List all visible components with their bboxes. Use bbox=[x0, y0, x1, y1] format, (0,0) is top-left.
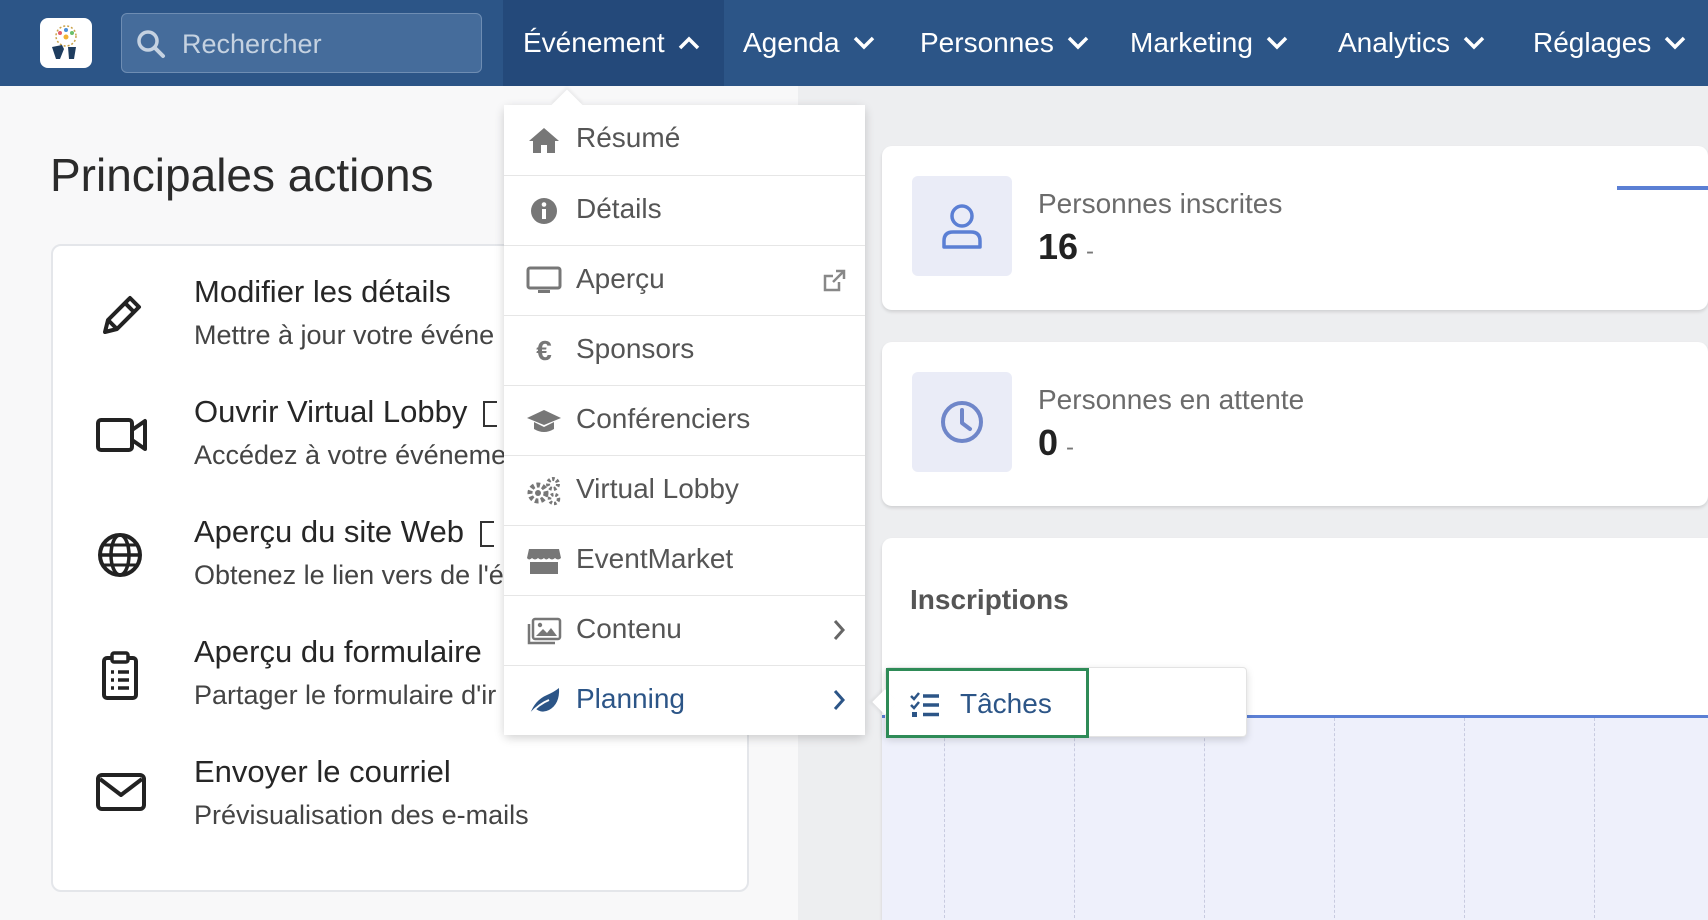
menu-item-label: Virtual Lobby bbox=[576, 473, 739, 504]
trend-line-fragment bbox=[1617, 186, 1708, 190]
page-title: Principales actions bbox=[50, 149, 434, 201]
search-input[interactable] bbox=[182, 24, 472, 64]
chart-gridline bbox=[1074, 718, 1075, 920]
chart-gridline bbox=[944, 718, 945, 920]
action-title: Modifier les détails bbox=[194, 274, 451, 309]
chart-gridline bbox=[1334, 718, 1335, 920]
nav-reglages[interactable]: Réglages bbox=[1533, 0, 1687, 86]
action-title: Ouvrir Virtual Lobby bbox=[194, 394, 498, 430]
chevron-down-icon bbox=[1266, 36, 1288, 50]
top-navigation-bar: Événement Agenda Personnes Marketing Ana… bbox=[0, 0, 1708, 86]
info-icon bbox=[526, 195, 562, 227]
menu-item-eventmarket[interactable]: EventMarket bbox=[504, 525, 865, 595]
action-subtitle: Mettre à jour votre événe bbox=[194, 320, 495, 350]
stat-value: 0- bbox=[1038, 422, 1075, 463]
stat-card-registered[interactable]: Personnes inscrites 16- bbox=[882, 146, 1708, 310]
action-subtitle: Accédez à votre événeme bbox=[194, 440, 507, 470]
chart-gridline bbox=[1204, 718, 1205, 920]
app-logo[interactable] bbox=[40, 18, 92, 68]
chart-title: Inscriptions bbox=[910, 584, 1069, 615]
menu-item-conferenciers[interactable]: Conférenciers bbox=[504, 385, 865, 455]
action-title: Aperçu du site Web bbox=[194, 514, 494, 550]
external-link-icon bbox=[821, 268, 847, 299]
action-title: Aperçu du formulaire bbox=[194, 634, 482, 669]
action-send-email[interactable]: Envoyer le courriel Prévisualisation des… bbox=[53, 740, 743, 850]
user-icon bbox=[942, 204, 982, 249]
menu-item-resume[interactable]: Résumé bbox=[504, 105, 865, 175]
stat-label: Personnes inscrites bbox=[1038, 188, 1283, 219]
menu-item-planning[interactable]: Planning bbox=[504, 665, 865, 735]
menu-item-label: Détails bbox=[576, 193, 662, 224]
menu-item-sponsors[interactable]: € Sponsors bbox=[504, 315, 865, 385]
action-subtitle: Prévisualisation des e-mails bbox=[194, 800, 529, 830]
stat-label: Personnes en attente bbox=[1038, 384, 1305, 415]
nav-marketing[interactable]: Marketing bbox=[1130, 0, 1289, 86]
nav-label: Agenda bbox=[743, 27, 840, 58]
nav-label: Réglages bbox=[1533, 27, 1652, 58]
menu-item-label: EventMarket bbox=[576, 543, 734, 574]
nav-personnes[interactable]: Personnes bbox=[920, 0, 1090, 86]
planning-submenu: Tâches bbox=[885, 667, 1247, 738]
chevron-up-icon bbox=[678, 36, 699, 50]
menu-item-label: Sponsors bbox=[576, 333, 695, 364]
images-icon bbox=[526, 615, 562, 647]
external-link-icon bbox=[479, 520, 494, 547]
action-subtitle: Partager le formulaire d'ir bbox=[194, 680, 497, 710]
chevron-down-icon bbox=[1463, 36, 1485, 50]
leaf-icon bbox=[526, 685, 562, 717]
menu-item-label: Aperçu bbox=[576, 263, 665, 294]
menu-item-label: Résumé bbox=[576, 122, 681, 153]
envelope-icon bbox=[96, 773, 146, 811]
clipboard-icon bbox=[102, 651, 138, 700]
store-icon bbox=[526, 545, 562, 577]
submenu-item-taches[interactable]: Tâches bbox=[886, 668, 1089, 738]
chevron-down-icon bbox=[1665, 36, 1686, 50]
stat-value: 16- bbox=[1038, 226, 1095, 267]
chart-gridline bbox=[1594, 718, 1595, 920]
submenu-item-label: Tâches bbox=[960, 688, 1052, 719]
search-icon bbox=[137, 30, 165, 58]
chart-gridline bbox=[1464, 718, 1465, 920]
clock-icon bbox=[941, 401, 983, 443]
stat-icon-box bbox=[912, 372, 1012, 472]
event-dropdown-menu: Résumé Détails Aperçu € Sponsors Confére… bbox=[504, 105, 865, 735]
graduation-cap-icon bbox=[526, 405, 562, 437]
menu-item-label: Planning bbox=[576, 683, 685, 714]
home-icon bbox=[526, 124, 562, 156]
nav-analytics[interactable]: Analytics bbox=[1338, 0, 1486, 86]
stat-icon-box bbox=[912, 176, 1012, 276]
chevron-right-icon bbox=[831, 688, 847, 717]
menu-item-apercu[interactable]: Aperçu bbox=[504, 245, 865, 315]
video-camera-icon bbox=[96, 418, 147, 452]
menu-item-contenu[interactable]: Contenu bbox=[504, 595, 865, 665]
nav-label: Événement bbox=[523, 27, 665, 58]
stat-card-waiting[interactable]: Personnes en attente 0- bbox=[882, 342, 1708, 506]
external-link-icon bbox=[483, 400, 498, 427]
nav-agenda[interactable]: Agenda bbox=[743, 0, 876, 86]
chart-area bbox=[882, 715, 1708, 920]
menu-item-label: Contenu bbox=[576, 613, 682, 644]
nav-label: Analytics bbox=[1338, 27, 1451, 58]
nav-label: Marketing bbox=[1130, 27, 1253, 58]
chevron-right-icon bbox=[831, 618, 847, 647]
chevron-down-icon bbox=[1067, 36, 1089, 50]
action-subtitle: Obtenez le lien vers de l'é bbox=[194, 560, 504, 590]
gears-icon bbox=[526, 475, 562, 507]
action-title: Envoyer le courriel bbox=[194, 754, 451, 789]
menu-item-label: Conférenciers bbox=[576, 403, 751, 434]
pencil-icon bbox=[103, 296, 141, 334]
nav-evenement[interactable]: Événement bbox=[503, 0, 724, 86]
chevron-down-icon bbox=[853, 36, 874, 50]
task-list-icon bbox=[910, 692, 939, 717]
nav-label: Personnes bbox=[920, 27, 1054, 58]
monitor-icon bbox=[526, 265, 562, 297]
euro-icon: € bbox=[536, 335, 552, 366]
menu-item-virtual-lobby[interactable]: Virtual Lobby bbox=[504, 455, 865, 525]
globe-icon bbox=[98, 533, 142, 577]
search-box[interactable] bbox=[121, 13, 482, 73]
menu-item-details[interactable]: Détails bbox=[504, 175, 865, 245]
